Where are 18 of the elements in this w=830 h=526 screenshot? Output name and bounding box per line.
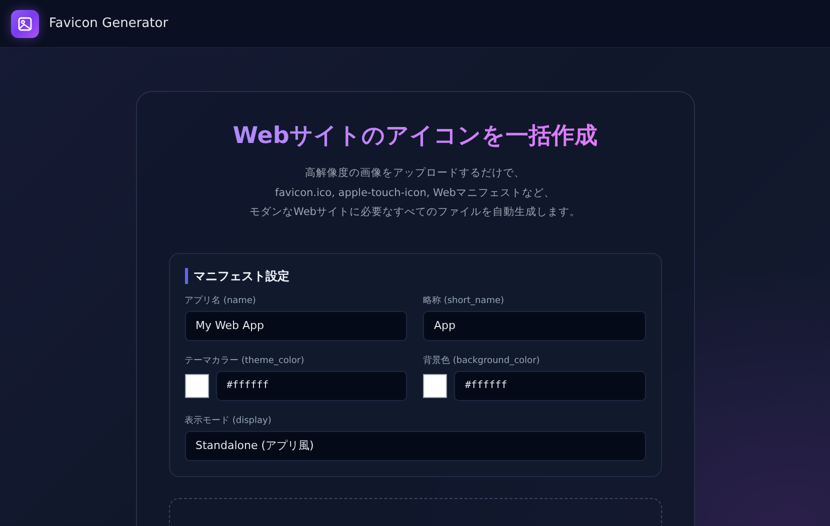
display-select[interactable]: Standalone (アプリ風) — [184, 430, 646, 460]
field-label: テーマカラー (theme_color) — [184, 354, 306, 366]
subtitle-line: favicon.ico, apple-touch-icon, Webマニフェストなど、 — [274, 186, 556, 200]
field-label: 略称 (short_name) — [423, 294, 506, 306]
subtitle-line: 高解像度の画像をアップロードするだけで、 — [304, 166, 526, 181]
color-input[interactable]: #ffffff — [454, 370, 646, 400]
text-input[interactable]: My Web App — [184, 310, 407, 340]
field-label: アプリ名 (name) — [184, 294, 257, 306]
section-heading: マニフェスト設定 — [184, 268, 646, 284]
subtitle-line: モダンなWebサイトに必要なすべてのファイルを自動生成します。 — [248, 205, 582, 220]
text-input[interactable]: App — [423, 310, 646, 340]
image-icon — [11, 10, 39, 38]
color-swatch[interactable] — [184, 374, 208, 398]
field-label: 背景色 (background_color) — [423, 354, 541, 366]
app-name: Favicon Generator — [49, 16, 168, 31]
color-swatch[interactable] — [423, 374, 447, 398]
color-input[interactable]: #ffffff — [216, 370, 407, 400]
field-label: 表示モード (display) — [184, 414, 272, 426]
